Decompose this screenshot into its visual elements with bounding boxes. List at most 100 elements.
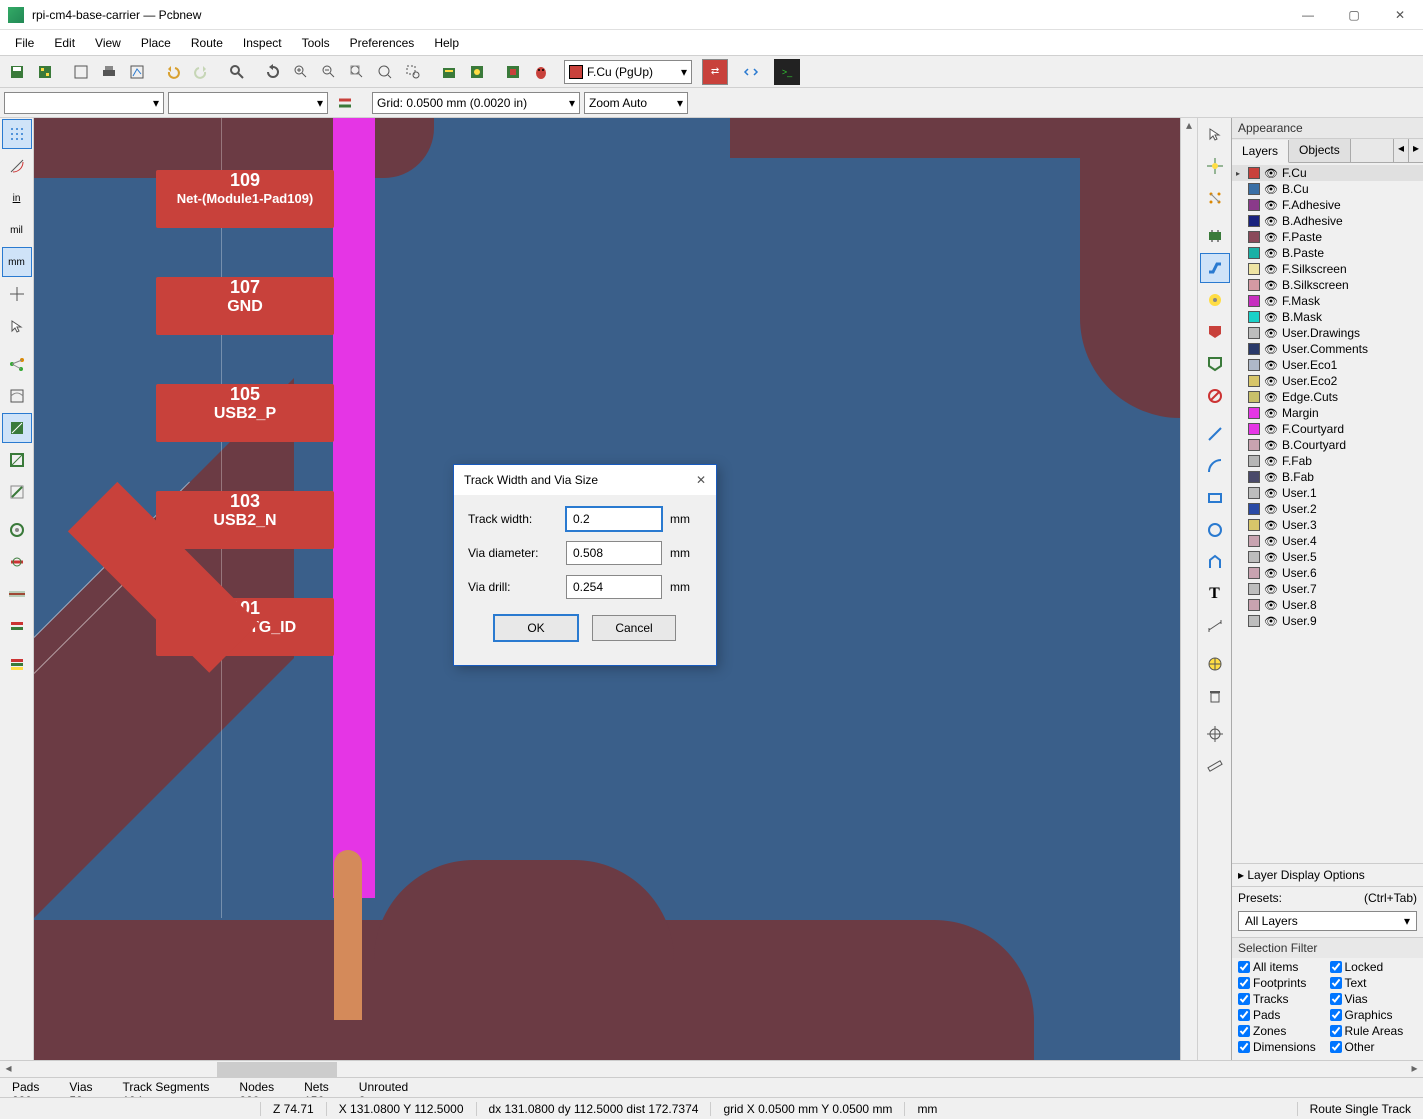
layer-row-B-Mask[interactable]: 👁B.Mask bbox=[1232, 309, 1423, 325]
layers-manager-icon[interactable] bbox=[2, 649, 32, 679]
grid-origin-icon[interactable] bbox=[1200, 719, 1230, 749]
visibility-icon[interactable]: 👁 bbox=[1264, 567, 1278, 580]
refresh-icon[interactable] bbox=[260, 59, 286, 85]
highlight-net-icon[interactable] bbox=[1200, 151, 1230, 181]
mil-units-icon[interactable]: mil bbox=[2, 215, 32, 245]
visibility-icon[interactable]: 👁 bbox=[1264, 167, 1278, 180]
zone-display-icon[interactable] bbox=[2, 413, 32, 443]
maximize-button[interactable]: ▢ bbox=[1331, 0, 1377, 30]
add-rule-area-icon[interactable] bbox=[1200, 349, 1230, 379]
visibility-icon[interactable]: 👁 bbox=[1264, 583, 1278, 596]
draw-arc-icon[interactable] bbox=[1200, 451, 1230, 481]
measure-icon[interactable] bbox=[1200, 751, 1230, 781]
tab-objects[interactable]: Objects bbox=[1289, 139, 1351, 162]
save-icon[interactable] bbox=[4, 59, 30, 85]
close-button[interactable]: ✕ bbox=[1377, 0, 1423, 30]
inch-units-icon[interactable]: in bbox=[2, 183, 32, 213]
draw-line-icon[interactable] bbox=[1200, 419, 1230, 449]
layer-pairs-icon[interactable]: ⇄ bbox=[702, 59, 728, 85]
filter-locked[interactable]: Locked bbox=[1330, 960, 1418, 974]
redo-icon[interactable] bbox=[188, 59, 214, 85]
auto-track-width-icon[interactable] bbox=[332, 90, 358, 116]
filter-zones[interactable]: Zones bbox=[1238, 1024, 1326, 1038]
visibility-icon[interactable]: 👁 bbox=[1264, 455, 1278, 468]
layer-row-F-Adhesive[interactable]: 👁F.Adhesive bbox=[1232, 197, 1423, 213]
track-width-dropdown[interactable]: ▾ bbox=[4, 92, 164, 114]
plot-icon[interactable] bbox=[124, 59, 150, 85]
add-zone-icon[interactable] bbox=[1200, 317, 1230, 347]
minimize-button[interactable]: — bbox=[1285, 0, 1331, 30]
via-size-dropdown[interactable]: ▾ bbox=[168, 92, 328, 114]
vertical-scrollbar[interactable]: ▴ bbox=[1180, 118, 1197, 1060]
draw-circle-icon[interactable] bbox=[1200, 515, 1230, 545]
menu-tools[interactable]: Tools bbox=[293, 33, 339, 53]
filter-dimensions[interactable]: Dimensions bbox=[1238, 1040, 1326, 1054]
layer-row-B-Fab[interactable]: 👁B.Fab bbox=[1232, 469, 1423, 485]
menu-help[interactable]: Help bbox=[425, 33, 468, 53]
layer-row-User-7[interactable]: 👁User.7 bbox=[1232, 581, 1423, 597]
layer-row-B-Silkscreen[interactable]: 👁B.Silkscreen bbox=[1232, 277, 1423, 293]
layer-row-F-Fab[interactable]: 👁F.Fab bbox=[1232, 453, 1423, 469]
menu-inspect[interactable]: Inspect bbox=[234, 33, 291, 53]
menu-route[interactable]: Route bbox=[182, 33, 232, 53]
curved-ratsnest-icon[interactable] bbox=[2, 381, 32, 411]
zoom-tool-icon[interactable] bbox=[372, 59, 398, 85]
zoom-selection-icon[interactable] bbox=[400, 59, 426, 85]
layer-row-User-9[interactable]: 👁User.9 bbox=[1232, 613, 1423, 629]
scripting-icon[interactable] bbox=[738, 59, 764, 85]
mm-units-icon[interactable]: mm bbox=[2, 247, 32, 277]
track-outline-icon[interactable] bbox=[2, 579, 32, 609]
drc-icon[interactable] bbox=[528, 59, 554, 85]
layer-row-User-Eco2[interactable]: 👁User.Eco2 bbox=[1232, 373, 1423, 389]
filter-vias[interactable]: Vias bbox=[1330, 992, 1418, 1006]
draw-poly-icon[interactable] bbox=[1200, 547, 1230, 577]
visibility-icon[interactable]: 👁 bbox=[1264, 599, 1278, 612]
layer-row-Margin[interactable]: 👁Margin bbox=[1232, 405, 1423, 421]
layer-select-dropdown[interactable]: F.Cu (PgUp) ▾ bbox=[564, 60, 692, 84]
zoom-fit-icon[interactable] bbox=[344, 59, 370, 85]
layer-row-B-Adhesive[interactable]: 👁B.Adhesive bbox=[1232, 213, 1423, 229]
zoom-in-icon[interactable] bbox=[288, 59, 314, 85]
cancel-button[interactable]: Cancel bbox=[592, 615, 676, 641]
visibility-icon[interactable]: 👁 bbox=[1264, 391, 1278, 404]
page-settings-icon[interactable] bbox=[68, 59, 94, 85]
filter-other[interactable]: Other bbox=[1330, 1040, 1418, 1054]
visibility-icon[interactable]: 👁 bbox=[1264, 487, 1278, 500]
select-cursor-icon[interactable] bbox=[2, 311, 32, 341]
find-icon[interactable] bbox=[224, 59, 250, 85]
tab-scroll-left[interactable]: ◂ bbox=[1393, 139, 1408, 162]
filter-all-items[interactable]: All items bbox=[1238, 960, 1326, 974]
high-contrast-icon[interactable] bbox=[2, 611, 32, 641]
layer-row-F-Mask[interactable]: 👁F.Mask bbox=[1232, 293, 1423, 309]
visibility-icon[interactable]: 👁 bbox=[1264, 263, 1278, 276]
visibility-icon[interactable]: 👁 bbox=[1264, 551, 1278, 564]
board-setup-icon[interactable] bbox=[32, 59, 58, 85]
horizontal-scrollbar[interactable]: ◂▸ bbox=[0, 1060, 1423, 1077]
menu-place[interactable]: Place bbox=[132, 33, 180, 53]
menu-view[interactable]: View bbox=[86, 33, 130, 53]
visibility-icon[interactable]: 👁 bbox=[1264, 535, 1278, 548]
zoom-dropdown[interactable]: Zoom Auto▾ bbox=[584, 92, 688, 114]
show-ratsnest-icon[interactable] bbox=[2, 349, 32, 379]
visibility-icon[interactable]: 👁 bbox=[1264, 423, 1278, 436]
layer-row-User-6[interactable]: 👁User.6 bbox=[1232, 565, 1423, 581]
layer-row-F-Cu[interactable]: ▸👁F.Cu bbox=[1232, 165, 1423, 181]
visibility-icon[interactable]: 👁 bbox=[1264, 439, 1278, 452]
add-dimension-icon[interactable] bbox=[1200, 611, 1230, 641]
route-track-icon[interactable] bbox=[1200, 253, 1230, 283]
show-grid-icon[interactable] bbox=[2, 119, 32, 149]
track-width-input[interactable] bbox=[566, 507, 662, 531]
menu-file[interactable]: File bbox=[6, 33, 43, 53]
menu-edit[interactable]: Edit bbox=[45, 33, 84, 53]
undo-icon[interactable] bbox=[160, 59, 186, 85]
via-outline-icon[interactable] bbox=[2, 547, 32, 577]
add-footprint-icon[interactable] bbox=[1200, 221, 1230, 251]
zone-outline-icon[interactable] bbox=[2, 445, 32, 475]
visibility-icon[interactable]: 👁 bbox=[1264, 279, 1278, 292]
via-diameter-input[interactable] bbox=[566, 541, 662, 565]
zoom-out-icon[interactable] bbox=[316, 59, 342, 85]
show-console-icon[interactable]: >_ bbox=[774, 59, 800, 85]
visibility-icon[interactable]: 👁 bbox=[1264, 231, 1278, 244]
visibility-icon[interactable]: 👁 bbox=[1264, 471, 1278, 484]
filter-tracks[interactable]: Tracks bbox=[1238, 992, 1326, 1006]
